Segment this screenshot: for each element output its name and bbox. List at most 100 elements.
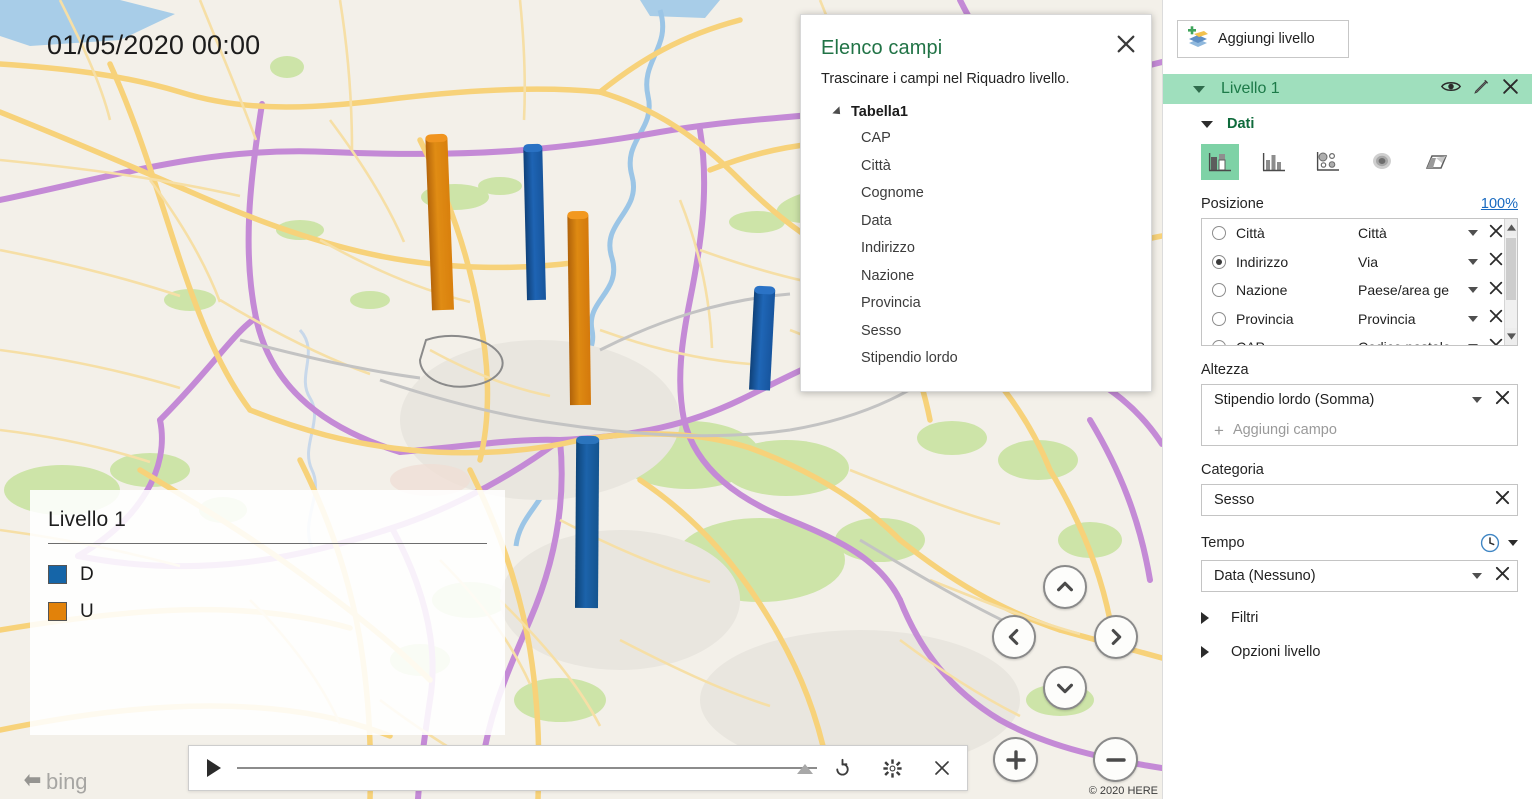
- position-field-name: CAP: [1236, 339, 1358, 345]
- position-radio-cap[interactable]: [1212, 340, 1226, 345]
- position-radio-citta[interactable]: [1212, 226, 1226, 241]
- expand-triangle-icon: [1201, 612, 1209, 624]
- position-row-provincia[interactable]: Provincia Provincia: [1202, 305, 1504, 334]
- data-section-header[interactable]: Dati: [1163, 116, 1532, 132]
- collapse-triangle-icon[interactable]: [832, 106, 844, 118]
- bubble-chart-icon[interactable]: [1309, 144, 1347, 180]
- scroll-track[interactable]: [1505, 236, 1517, 328]
- playback-toolbar[interactable]: [188, 745, 968, 791]
- add-height-field-row[interactable]: + Aggiungi campo: [1202, 415, 1517, 445]
- map-bar-orange-2[interactable]: [567, 210, 591, 406]
- close-icon: [1117, 35, 1135, 53]
- close-icon: [935, 761, 949, 775]
- chevron-down-icon[interactable]: [1468, 315, 1478, 322]
- position-row-cap[interactable]: CAP Codice postale: [1202, 333, 1504, 345]
- field-item-citta[interactable]: Città: [801, 153, 1151, 181]
- region-map-icon[interactable]: [1417, 144, 1455, 180]
- loop-button[interactable]: [817, 758, 867, 779]
- field-item-nazione[interactable]: Nazione: [801, 263, 1151, 291]
- settings-button[interactable]: [867, 758, 917, 779]
- add-layer-label: Aggiungi livello: [1218, 31, 1315, 47]
- nav-right-button[interactable]: [1094, 615, 1138, 659]
- position-row-nazione[interactable]: Nazione Paese/area ge: [1202, 276, 1504, 305]
- position-scrollbar[interactable]: [1504, 219, 1517, 345]
- field-item-cap[interactable]: CAP: [801, 125, 1151, 153]
- timeline-thumb[interactable]: [797, 764, 813, 774]
- zoom-in-button[interactable]: [993, 737, 1038, 782]
- time-field-box[interactable]: Data (Nessuno): [1201, 560, 1518, 592]
- map-legend[interactable]: Livello 1 D U: [30, 490, 505, 735]
- eye-icon[interactable]: [1440, 79, 1462, 99]
- scroll-up-button[interactable]: [1505, 219, 1517, 236]
- scroll-down-button[interactable]: [1505, 328, 1517, 345]
- heat-map-icon[interactable]: [1363, 144, 1401, 180]
- height-field-row[interactable]: Stipendio lordo (Somma): [1202, 385, 1517, 415]
- data-collapse-caret-icon[interactable]: [1201, 120, 1213, 128]
- chevron-down-icon[interactable]: [1508, 540, 1518, 546]
- zoom-out-button[interactable]: [1093, 737, 1138, 782]
- field-item-data[interactable]: Data: [801, 208, 1151, 236]
- pencil-icon[interactable]: [1472, 78, 1490, 101]
- position-field-name: Provincia: [1236, 310, 1294, 327]
- field-item-provincia[interactable]: Provincia: [801, 290, 1151, 318]
- stacked-column-chart-icon[interactable]: [1201, 144, 1239, 180]
- chevron-down-icon[interactable]: [1468, 287, 1478, 294]
- nav-down-button[interactable]: [1043, 666, 1087, 710]
- layer-options-section-toggle[interactable]: Opzioni livello: [1201, 644, 1532, 660]
- remove-field-button[interactable]: [1488, 251, 1504, 272]
- bing-logo[interactable]: ⬅ bing: [22, 768, 88, 793]
- remove-category-field-button[interactable]: [1494, 489, 1511, 511]
- position-mapped-value: Paese/area ge: [1358, 282, 1450, 299]
- field-item-indirizzo[interactable]: Indirizzo: [801, 235, 1151, 263]
- layer-collapse-caret-icon[interactable]: [1193, 85, 1205, 93]
- height-field-box[interactable]: Stipendio lordo (Somma) + Aggiungi campo: [1201, 384, 1518, 446]
- scroll-thumb[interactable]: [1506, 238, 1516, 300]
- chevron-down-icon[interactable]: [1468, 258, 1478, 265]
- map-bar-blue-1[interactable]: [523, 143, 546, 301]
- height-section-header: Altezza: [1201, 362, 1518, 378]
- timeline-slider[interactable]: [237, 758, 817, 778]
- legend-items: D U: [30, 544, 505, 630]
- nav-left-button[interactable]: [992, 615, 1036, 659]
- field-item-stipendio[interactable]: Stipendio lordo: [801, 345, 1151, 373]
- nav-up-button[interactable]: [1043, 565, 1087, 609]
- chevron-down-icon[interactable]: [1472, 397, 1482, 403]
- category-field-box[interactable]: Sesso: [1201, 484, 1518, 516]
- remove-field-button[interactable]: [1488, 337, 1504, 345]
- remove-time-field-button[interactable]: [1494, 565, 1511, 587]
- chevron-down-icon[interactable]: [1472, 573, 1482, 579]
- time-field-row[interactable]: Data (Nessuno): [1202, 561, 1517, 591]
- add-layer-button[interactable]: Aggiungi livello: [1177, 20, 1349, 58]
- height-field-value: Stipendio lordo (Somma): [1214, 392, 1375, 408]
- add-layer-icon: [1178, 26, 1218, 52]
- position-percent-link[interactable]: 100%: [1481, 196, 1518, 212]
- filters-section-toggle[interactable]: Filtri: [1201, 610, 1532, 626]
- field-list-close-button[interactable]: [1115, 33, 1137, 55]
- remove-height-field-button[interactable]: [1494, 389, 1511, 411]
- position-radio-nazione[interactable]: [1212, 283, 1226, 298]
- chevron-down-icon[interactable]: [1468, 230, 1478, 237]
- time-granularity-button[interactable]: [1479, 532, 1518, 554]
- bar-cap: [576, 435, 600, 445]
- field-list-table-node[interactable]: Tabella1: [801, 99, 1151, 125]
- category-field-row[interactable]: Sesso: [1202, 485, 1517, 515]
- remove-field-button[interactable]: [1488, 223, 1504, 244]
- chevron-down-icon[interactable]: [1468, 344, 1478, 345]
- position-row-indirizzo[interactable]: Indirizzo Via: [1202, 248, 1504, 277]
- layer-header-row[interactable]: Livello 1: [1163, 74, 1532, 104]
- position-radio-indirizzo[interactable]: [1212, 254, 1226, 269]
- map-bar-blue-3[interactable]: [575, 435, 600, 609]
- clustered-column-chart-icon[interactable]: [1255, 144, 1293, 180]
- field-item-sesso[interactable]: Sesso: [801, 318, 1151, 346]
- position-row-citta[interactable]: Città Città: [1202, 219, 1504, 248]
- close-icon[interactable]: [1501, 77, 1520, 101]
- bar-cap: [754, 285, 776, 295]
- position-radio-provincia[interactable]: [1212, 311, 1226, 326]
- field-list-panel[interactable]: Elenco campi Trascinare i campi nel Riqu…: [800, 14, 1152, 392]
- remove-field-button[interactable]: [1488, 308, 1504, 329]
- remove-field-button[interactable]: [1488, 280, 1504, 301]
- close-playback-button[interactable]: [917, 759, 967, 777]
- position-field-list[interactable]: Città Città Indirizzo Via Nazione Paese/…: [1201, 218, 1518, 346]
- play-button[interactable]: [189, 758, 237, 778]
- field-item-cognome[interactable]: Cognome: [801, 180, 1151, 208]
